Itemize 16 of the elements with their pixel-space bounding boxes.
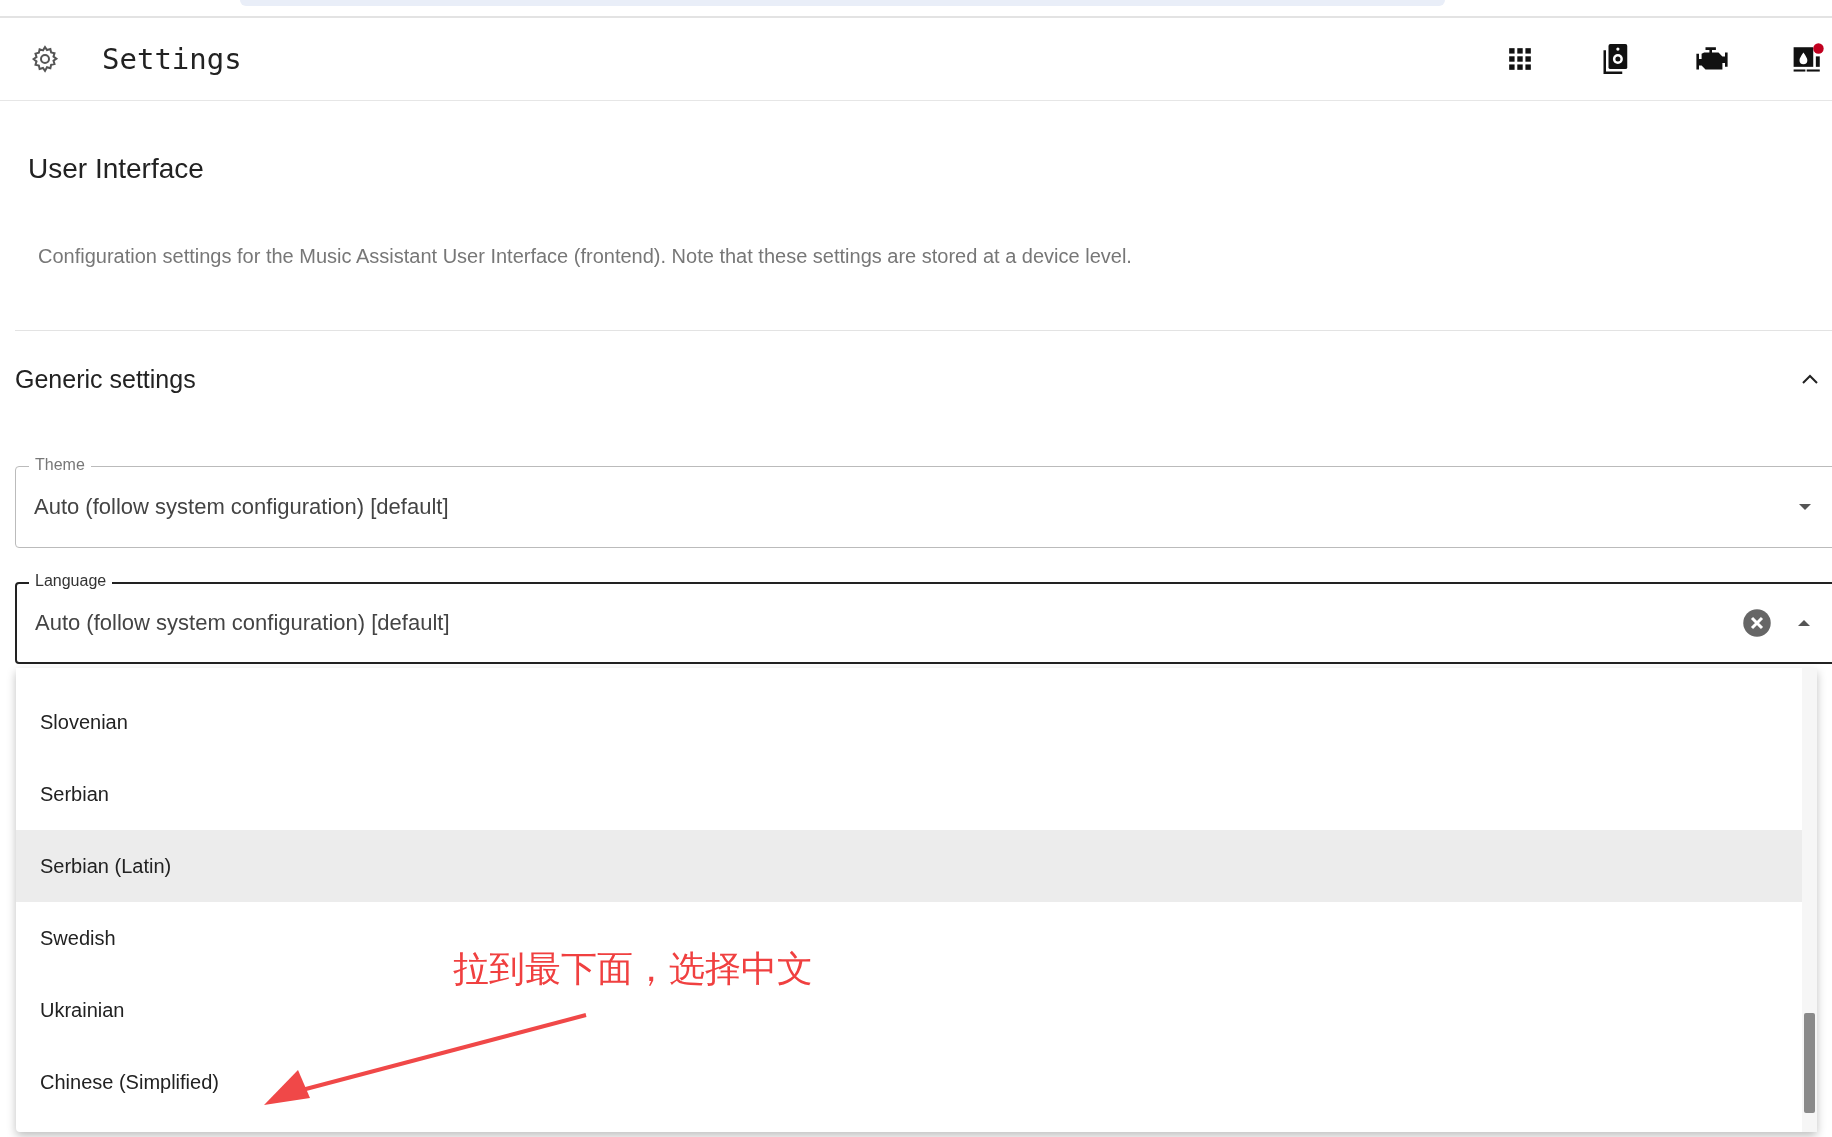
menu-item[interactable]: Serbian — [16, 758, 133, 830]
settings-icon — [30, 44, 60, 74]
annotation-text: 拉到最下面，选择中文 — [453, 947, 813, 991]
clear-icon[interactable] — [1742, 608, 1772, 638]
description-text: Configuration settings for the Music Assistant User Interface (frontend). Note that these settings are stored at a device level. — [38, 245, 1133, 268]
section-heading: User Interface — [28, 153, 205, 185]
menu-item[interactable]: Slovenian — [16, 686, 152, 758]
section-title: Generic settings — [15, 365, 196, 394]
field-label: Language — [29, 571, 113, 591]
menu-item[interactable]: Swedish — [16, 902, 140, 974]
page-title: Settings — [102, 42, 243, 76]
field-value: Auto (follow system configuration) [default] — [35, 610, 451, 636]
scrollbar[interactable] — [1802, 668, 1817, 1132]
field-value: Auto (follow system configuration) [default] — [34, 494, 450, 520]
menu-item[interactable]: Chinese (Simplified) — [16, 1046, 243, 1118]
menu-item[interactable]: Ukrainian — [16, 974, 149, 1046]
